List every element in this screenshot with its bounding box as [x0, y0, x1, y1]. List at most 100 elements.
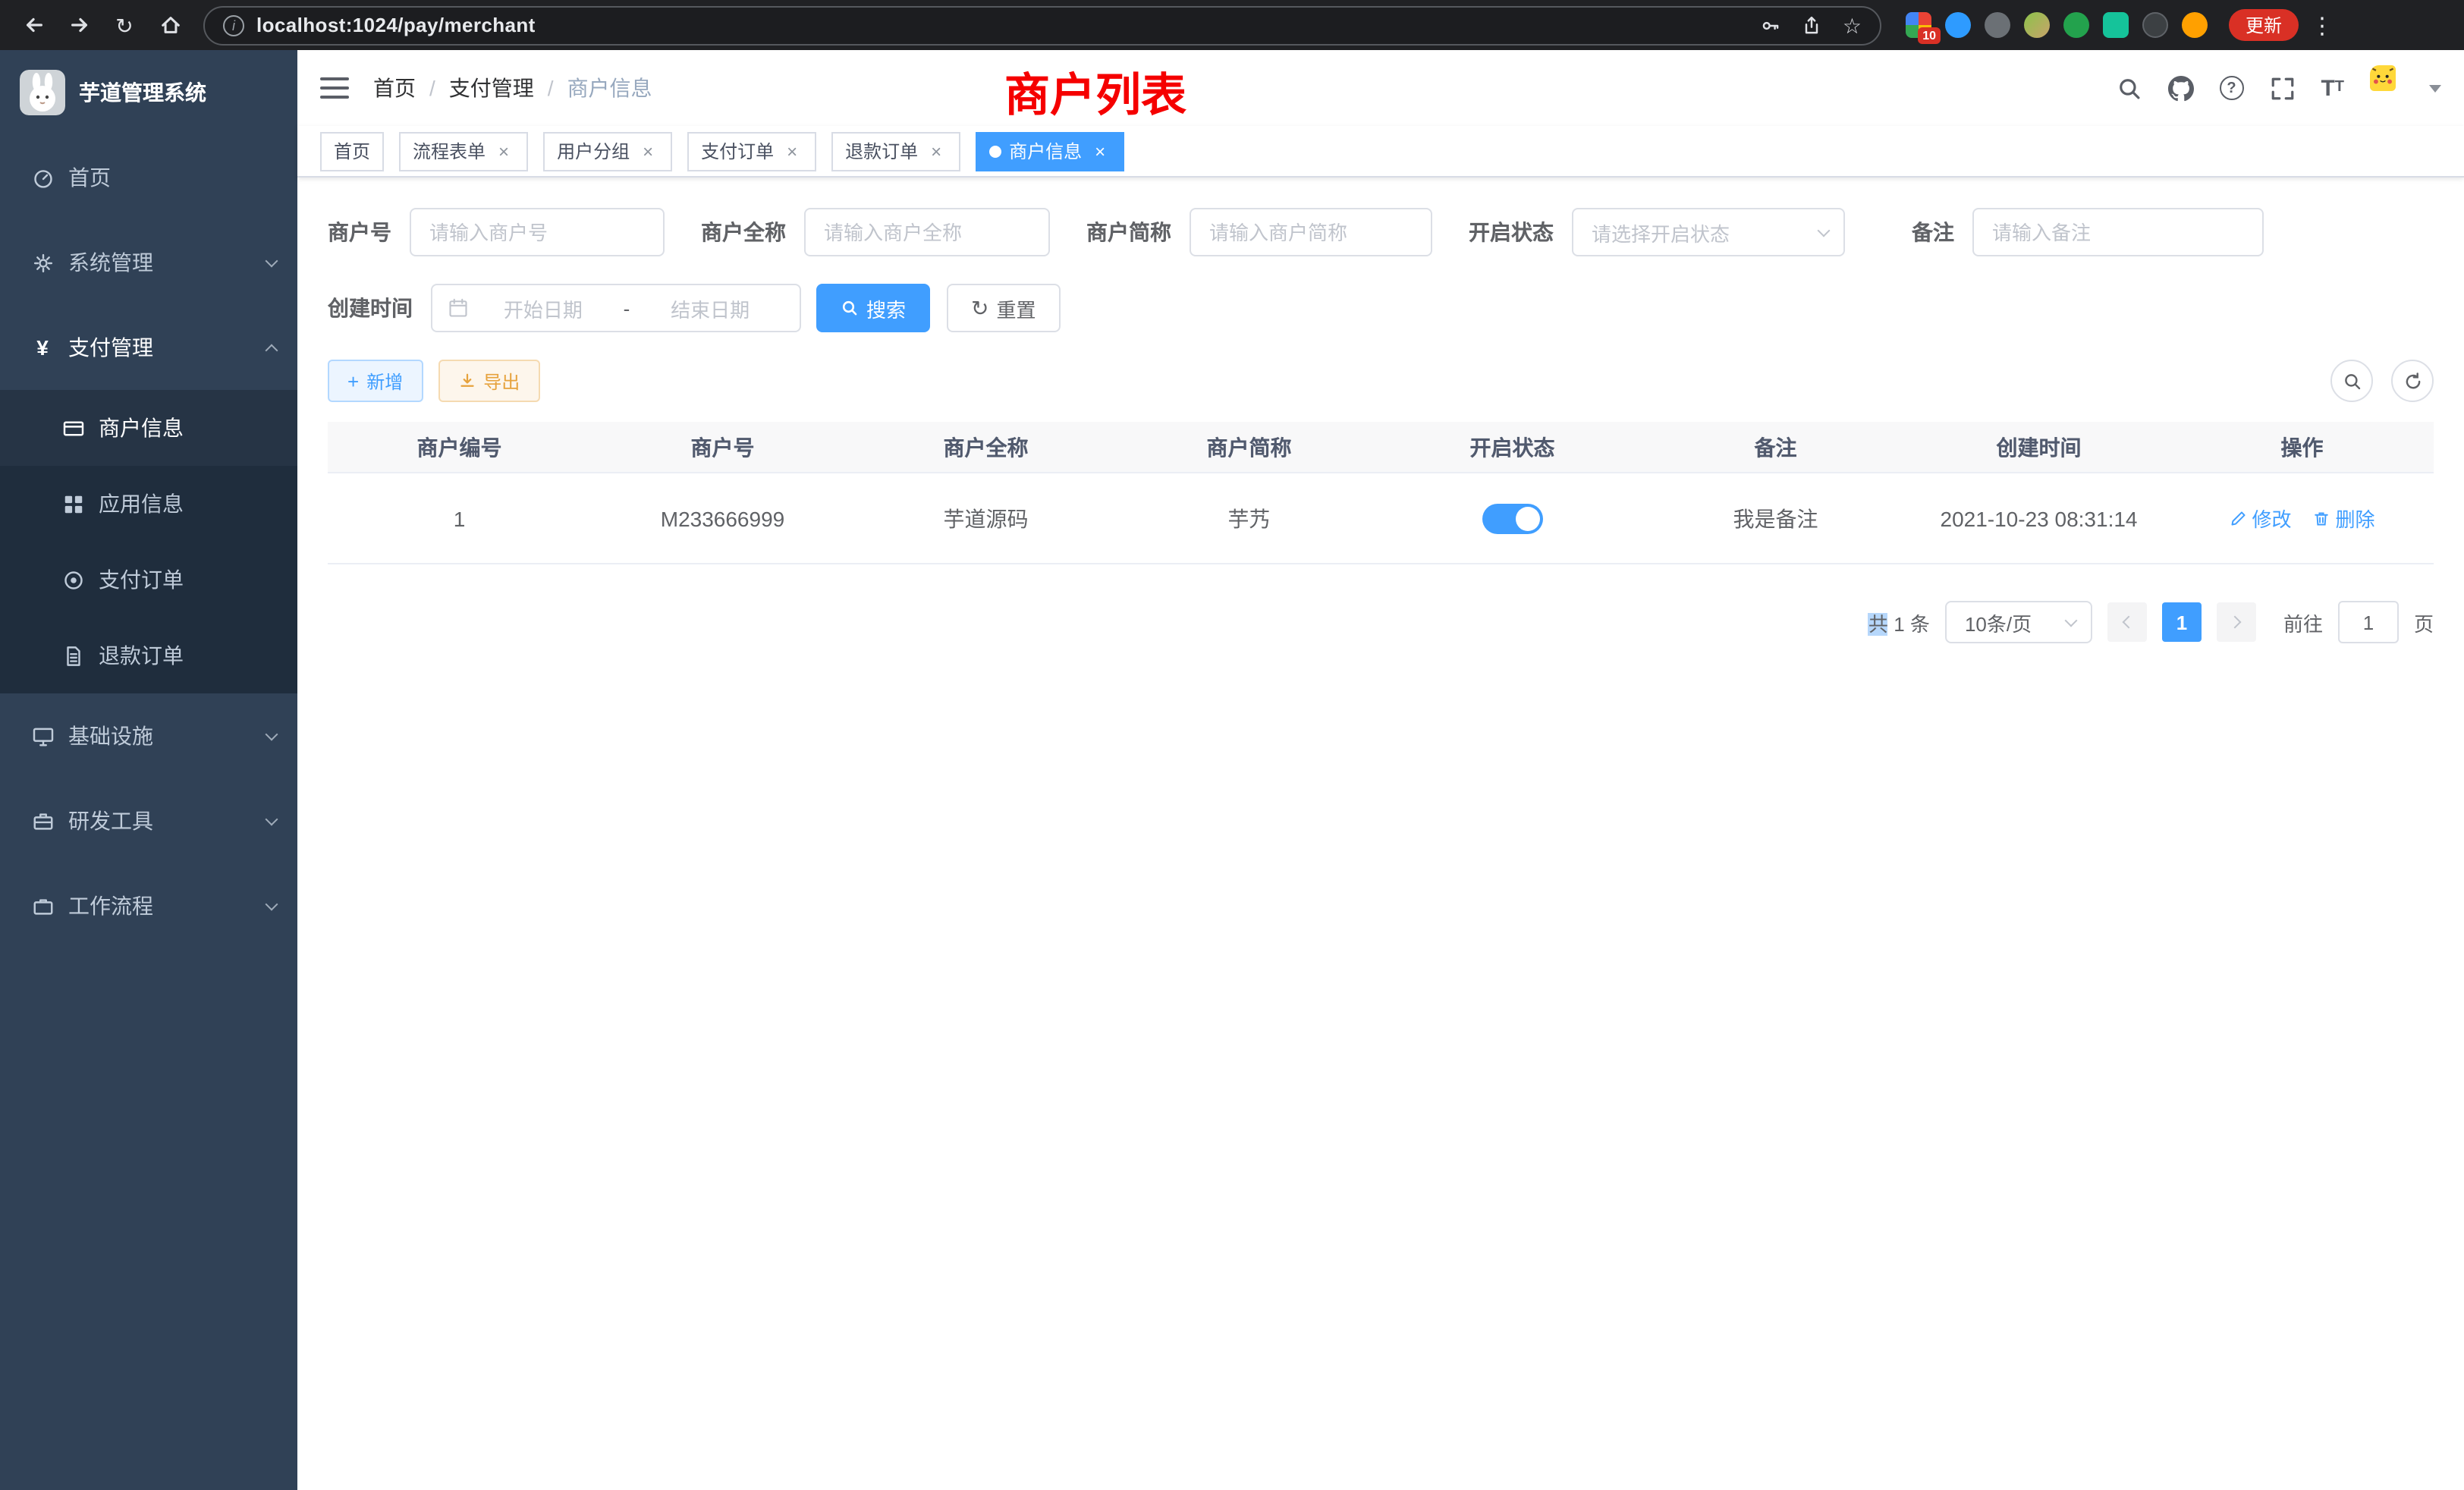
chevron-down-icon [2064, 615, 2077, 627]
page-size-select[interactable]: 10条/页 [1945, 601, 2092, 643]
goto-suffix: 页 [2414, 608, 2434, 637]
fullscreen-icon[interactable] [2269, 75, 2295, 101]
status-toggle[interactable] [1482, 503, 1543, 533]
remark-input[interactable] [1972, 208, 2264, 256]
github-icon[interactable] [2167, 75, 2193, 101]
address-bar[interactable]: i localhost:1024/pay/merchant ☆ [203, 5, 1881, 45]
filter-merchant-no: 商户号 [328, 208, 665, 256]
toolbox-icon [30, 809, 55, 833]
extension-colorful-icon[interactable]: 10 [1906, 12, 1931, 38]
grid-icon [61, 492, 85, 516]
browser-back-button[interactable] [15, 7, 52, 43]
page-content: 商户号 商户全称 商户简称 开启状态 请选择开启状态 [297, 178, 2464, 1490]
tab-payment-orders[interactable]: 支付订单× [687, 131, 816, 171]
filter-create-time: 创建时间 开始日期 - 结束日期 [328, 284, 801, 332]
tab-user-group[interactable]: 用户分组× [543, 131, 672, 171]
breadcrumb: 首页 / 支付管理 / 商户信息 [373, 73, 652, 103]
breadcrumb-home[interactable]: 首页 [373, 73, 416, 103]
sidebar-item-payment[interactable]: ¥ 支付管理 [0, 305, 297, 390]
extension-green-square-icon[interactable] [2103, 12, 2129, 38]
extension-gray-icon[interactable] [1985, 12, 2010, 38]
close-icon[interactable]: × [1089, 140, 1111, 162]
sidebar: 芋道管理系统 首页 系统管理 ¥ [0, 50, 297, 1490]
filter-full-name: 商户全称 [701, 208, 1050, 256]
extension-avatar-icon[interactable] [2024, 12, 2050, 38]
sidebar-toggle-button[interactable] [320, 77, 349, 99]
next-page-button[interactable] [2217, 602, 2256, 642]
extension-badge: 10 [1918, 27, 1941, 44]
delete-button[interactable]: 删除 [2313, 504, 2375, 533]
pagination-total: 共 1 条 [1868, 608, 1930, 637]
dashboard-icon [30, 165, 55, 190]
sidebar-item-refund-orders[interactable]: 退款订单 [0, 618, 297, 693]
page-1-button[interactable]: 1 [2162, 602, 2202, 642]
export-button[interactable]: 导出 [438, 360, 539, 402]
search-action: 搜索 [816, 284, 930, 332]
tab-process-form[interactable]: 流程表单× [399, 131, 528, 171]
extension-green-circle-icon[interactable] [2063, 12, 2089, 38]
edit-pencil-icon [2229, 509, 2247, 527]
sidebar-item-payment-orders[interactable]: 支付订单 [0, 542, 297, 618]
breadcrumb-payment[interactable]: 支付管理 [449, 73, 534, 103]
extension-orange-face-icon[interactable] [2182, 12, 2208, 38]
tab-merchant-info[interactable]: 商户信息× [976, 131, 1124, 171]
reset-action: ↻ 重置 [947, 284, 1061, 332]
browser-home-button[interactable] [152, 7, 188, 43]
pagination: 共 1 条 10条/页 1 前往 页 [328, 601, 2434, 643]
bookmark-star-icon[interactable]: ☆ [1843, 14, 1862, 36]
goto-page-input[interactable] [2338, 601, 2399, 643]
extension-drop-icon[interactable] [1945, 12, 1971, 38]
merchant-no-input[interactable] [410, 208, 665, 256]
search-icon [841, 299, 859, 317]
sidebar-item-infrastructure[interactable]: 基础设施 [0, 693, 297, 778]
sidebar-item-app-info[interactable]: 应用信息 [0, 466, 297, 542]
date-range-picker[interactable]: 开始日期 - 结束日期 [431, 284, 801, 332]
url-text: localhost:1024/pay/merchant [256, 14, 536, 36]
user-avatar[interactable] [2370, 65, 2415, 111]
close-icon[interactable]: × [493, 140, 514, 162]
avatar-caret-down-icon[interactable] [2429, 84, 2441, 92]
font-size-icon[interactable]: TT [2321, 77, 2344, 99]
cell-merchant-no: M233666999 [591, 473, 854, 563]
header-search-icon[interactable] [2116, 75, 2142, 101]
add-button[interactable]: + 新增 [328, 360, 423, 402]
search-icon [2342, 371, 2362, 391]
status-select[interactable]: 请选择开启状态 [1572, 208, 1845, 256]
chrome-update-button[interactable]: 更新 [2229, 9, 2299, 41]
date-start-placeholder[interactable]: 开始日期 [469, 294, 618, 322]
password-key-icon[interactable] [1761, 14, 1782, 36]
cell-create-time: 2021-10-23 08:31:14 [1907, 473, 2170, 563]
sidebar-item-workflow[interactable]: 工作流程 [0, 863, 297, 948]
filter-short-name: 商户简称 [1086, 208, 1432, 256]
full-name-input[interactable] [804, 208, 1050, 256]
reset-button[interactable]: ↻ 重置 [947, 284, 1061, 332]
browser-menu-icon[interactable]: ⋮ [2311, 11, 2334, 39]
extension-dark-icon[interactable] [2142, 12, 2168, 38]
sidebar-item-dev-tools[interactable]: 研发工具 [0, 778, 297, 863]
filter-status: 开启状态 请选择开启状态 [1469, 208, 1845, 256]
sidebar-item-system[interactable]: 系统管理 [0, 220, 297, 305]
sidebar-item-merchant-info[interactable]: 商户信息 [0, 390, 297, 466]
toggle-search-button[interactable] [2330, 360, 2373, 402]
cell-merchant-id: 1 [328, 473, 591, 563]
tab-refund-orders[interactable]: 退款订单× [831, 131, 960, 171]
browser-reload-button[interactable]: ↻ [106, 7, 143, 43]
tab-home[interactable]: 首页 [320, 131, 384, 171]
site-info-icon[interactable]: i [223, 14, 244, 36]
close-icon[interactable]: × [637, 140, 658, 162]
refresh-table-button[interactable] [2391, 360, 2434, 402]
search-button[interactable]: 搜索 [816, 284, 930, 332]
prev-page-button[interactable] [2107, 602, 2147, 642]
sidebar-item-home[interactable]: 首页 [0, 135, 297, 220]
cell-short-name: 芋艿 [1117, 473, 1381, 563]
help-icon[interactable]: ? [2219, 76, 2243, 100]
document-icon [61, 643, 85, 668]
share-icon[interactable] [1802, 14, 1823, 36]
date-end-placeholder[interactable]: 结束日期 [636, 294, 784, 322]
short-name-input[interactable] [1190, 208, 1432, 256]
close-icon[interactable]: × [781, 140, 803, 162]
chevron-down-icon [266, 897, 278, 910]
edit-button[interactable]: 修改 [2229, 504, 2291, 533]
close-icon[interactable]: × [926, 140, 947, 162]
browser-forward-button[interactable] [61, 7, 97, 43]
